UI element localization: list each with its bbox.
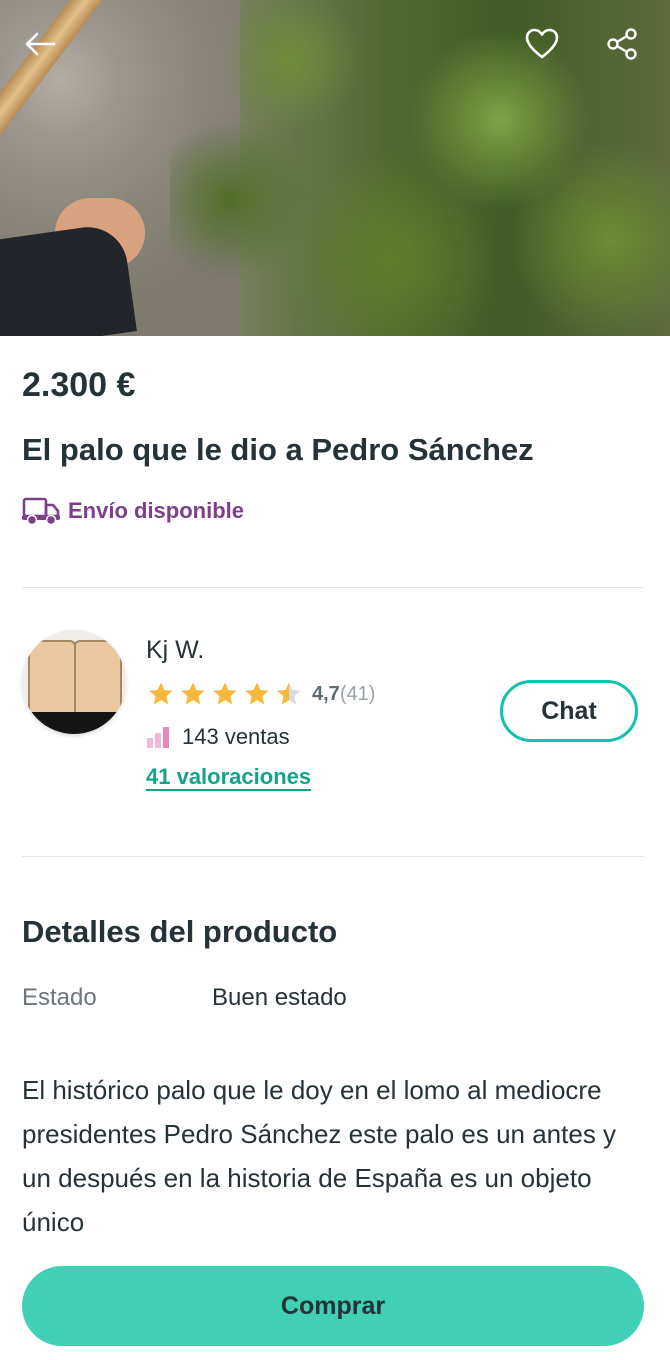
rating-count: (41) xyxy=(339,682,376,705)
reviews-link[interactable]: 41 valoraciones xyxy=(146,764,311,790)
truck-icon xyxy=(22,497,60,526)
heart-icon xyxy=(525,28,559,59)
image-sleeve xyxy=(0,222,137,336)
rating-value: 4,7 xyxy=(312,682,340,705)
divider xyxy=(22,856,644,857)
product-description: El histórico palo que le doy en el lomo … xyxy=(22,1075,617,1237)
seller-name[interactable]: Kj W. xyxy=(146,636,204,665)
star-icon xyxy=(213,682,237,705)
back-button[interactable] xyxy=(18,22,62,66)
sales-count: 143 ventas xyxy=(182,724,290,749)
share-button[interactable] xyxy=(600,22,644,66)
chat-button[interactable]: Chat xyxy=(500,680,638,742)
favorite-button[interactable] xyxy=(520,22,564,66)
product-price: 2.300 € xyxy=(22,366,136,404)
image-plants xyxy=(170,0,670,336)
rating-stars xyxy=(146,680,304,708)
star-half-icon xyxy=(277,682,301,705)
shipping-info: Envío disponible xyxy=(22,496,244,526)
condition-label: Estado xyxy=(22,984,97,1011)
share-icon xyxy=(607,28,637,60)
bar-chart-icon xyxy=(147,727,169,748)
product-title: El palo que le dio a Pedro Sánchez xyxy=(22,432,534,467)
arrow-left-icon xyxy=(25,32,56,56)
shipping-label: Envío disponible xyxy=(68,498,245,523)
star-icon xyxy=(181,682,205,705)
seller-avatar[interactable] xyxy=(22,630,126,734)
star-icon xyxy=(245,682,269,705)
avatar-photo-part xyxy=(22,712,126,734)
condition-value: Buen estado xyxy=(212,984,347,1011)
seller-rating: 4,7 (41) xyxy=(146,680,375,708)
product-image[interactable] xyxy=(0,0,670,336)
divider xyxy=(22,587,644,588)
seller-sales: 143 ventas xyxy=(146,724,290,750)
details-heading: Detalles del producto xyxy=(22,914,338,949)
buy-button[interactable]: Comprar xyxy=(22,1266,644,1346)
star-icon xyxy=(149,682,173,705)
